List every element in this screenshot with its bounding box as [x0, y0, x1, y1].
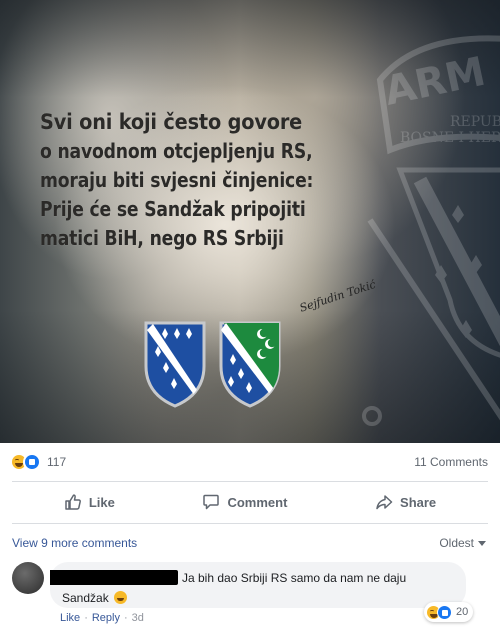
comment-reactions[interactable]: 20 — [424, 602, 474, 622]
comment-reply-link[interactable]: Reply — [92, 612, 120, 624]
meme-caption-line: Prije će se Sandžak pripojiti — [40, 197, 306, 221]
meme-caption: Svi oni koji često govore o navodnom otc… — [40, 108, 360, 253]
separator: · — [123, 612, 128, 624]
reactions-summary: 117 11 Comments — [0, 443, 500, 481]
svg-text:ARM: ARM — [381, 49, 490, 115]
like-label: Like — [88, 494, 115, 510]
caret-down-icon — [478, 540, 486, 546]
reactions-link[interactable]: 117 — [10, 453, 66, 471]
like-reaction-icon — [23, 453, 41, 471]
sort-label: Oldest — [439, 536, 474, 550]
share-arrow-icon — [376, 495, 393, 510]
meme-caption-line: moraju biti svjesni činjenice: — [40, 168, 314, 192]
comment-like-link[interactable]: Like — [60, 612, 80, 624]
comment-actions: Like · Reply · 3d — [60, 612, 144, 624]
laughing-emoji-icon — [114, 591, 128, 604]
comment-label: Comment — [227, 494, 288, 510]
meme-caption-line: o navodnom otcjepljenju RS, — [40, 139, 313, 163]
comment-timestamp[interactable]: 3d — [132, 612, 144, 624]
commenter-avatar[interactable] — [12, 562, 44, 594]
divider — [12, 481, 488, 482]
meme-caption-line: Svi oni koji često govore — [40, 110, 303, 134]
comment: Ja bih dao Srbiji RS samo da nam ne daju… — [12, 562, 488, 624]
comment-bubble: Ja bih dao Srbiji RS samo da nam ne daju… — [50, 562, 466, 608]
sandzak-flag-shield-icon — [219, 321, 281, 408]
army-emblem-logo: ARM REPUB BOSNE I HER — [362, 35, 500, 426]
svg-text:BOSNE I HER: BOSNE I HER — [400, 130, 500, 146]
comments-header: View 9 more comments Oldest — [0, 528, 500, 558]
post-actions: Like Comment Share — [0, 483, 500, 521]
svg-text:REPUB: REPUB — [450, 114, 500, 130]
view-more-comments-link[interactable]: View 9 more comments — [12, 536, 137, 550]
comment-text-continued: Sandžak — [62, 591, 109, 605]
thumbs-up-icon — [65, 494, 81, 510]
meme-caption-line: matici BiH, nego RS Srbiji — [40, 226, 284, 250]
comments-count-link[interactable]: 11 Comments — [414, 455, 488, 469]
redacted-author-name — [50, 570, 178, 585]
bih-flag-shield-icon — [144, 321, 206, 408]
divider — [12, 523, 488, 524]
separator: · — [84, 612, 88, 624]
comment-text: Ja bih dao Srbiji RS samo da nam ne daju — [182, 571, 407, 585]
reaction-count: 117 — [47, 455, 67, 469]
like-reaction-icon — [437, 604, 452, 620]
share-label: Share — [400, 494, 437, 510]
share-button[interactable]: Share — [361, 487, 450, 517]
comment-reaction-count: 20 — [456, 606, 469, 618]
comment-button[interactable]: Comment — [188, 487, 301, 517]
comment-sort-dropdown[interactable]: Oldest — [439, 536, 486, 550]
comment-bubble-icon — [203, 494, 220, 510]
like-button[interactable]: Like — [50, 487, 129, 517]
post-image[interactable]: ARM REPUB BOSNE I HER Svi oni koji često… — [0, 0, 500, 443]
